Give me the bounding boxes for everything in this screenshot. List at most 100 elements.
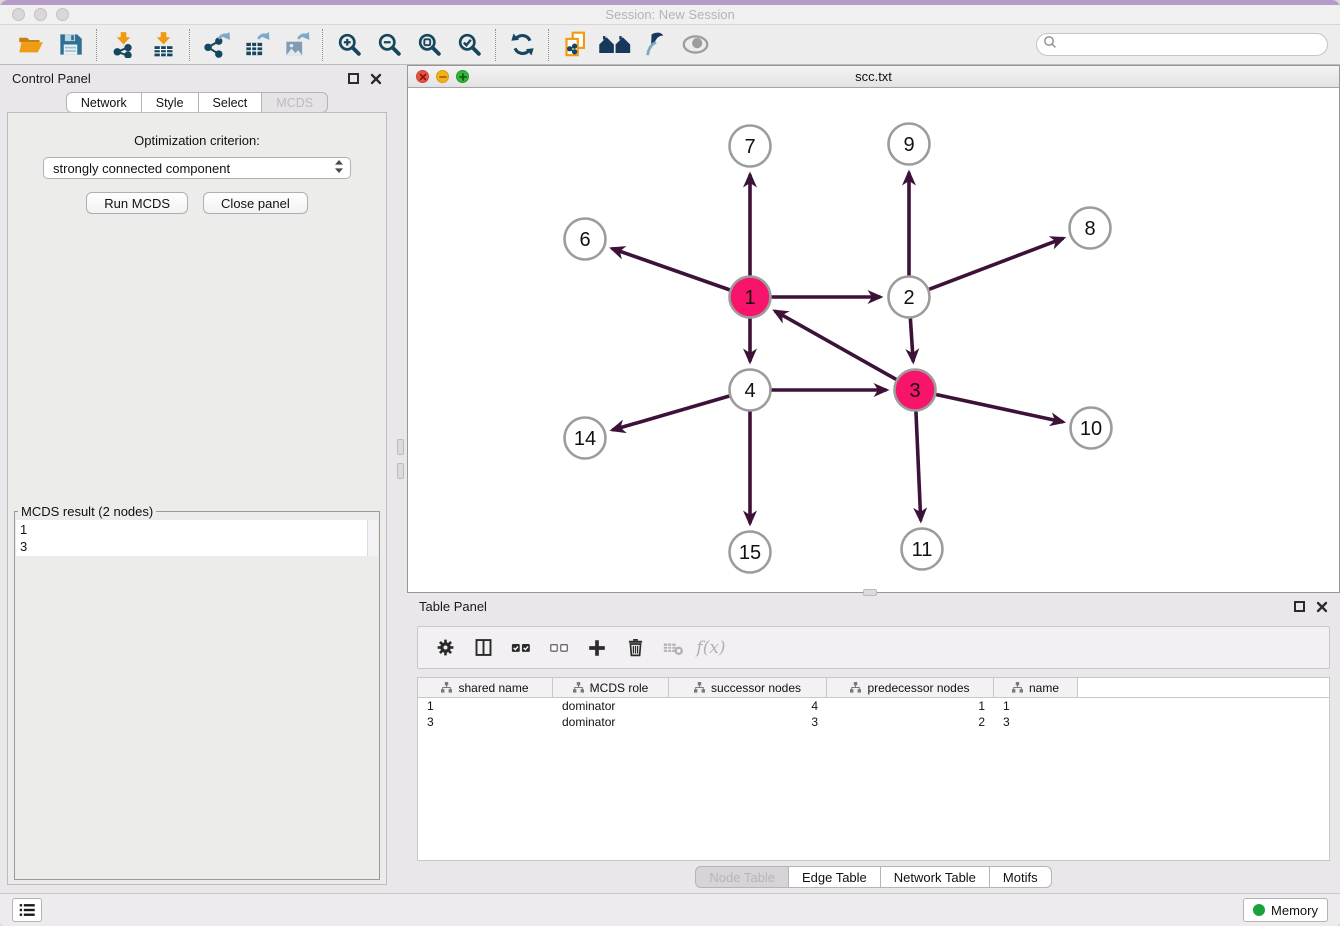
- memory-button[interactable]: Memory: [1243, 898, 1328, 922]
- column-header-name[interactable]: name: [994, 678, 1078, 697]
- clone-network-icon[interactable]: [555, 28, 595, 62]
- tab-network-table[interactable]: Network Table: [880, 866, 990, 888]
- graph-edge-2-3[interactable]: [910, 318, 913, 361]
- import-table-icon[interactable]: [143, 28, 183, 62]
- graph-node-8[interactable]: 8: [1070, 208, 1111, 249]
- network-window-title: scc.txt: [408, 69, 1339, 84]
- search-icon: [1043, 35, 1057, 54]
- open-file-icon[interactable]: [10, 28, 50, 62]
- graph-node-9[interactable]: 9: [889, 124, 930, 165]
- zoom-in-icon[interactable]: [329, 28, 369, 62]
- window-close-icon[interactable]: [12, 8, 25, 21]
- column-visibility-icon[interactable]: [464, 630, 502, 666]
- export-network-icon[interactable]: [196, 28, 236, 62]
- graph-node-6[interactable]: 6: [565, 219, 606, 260]
- control-panel-title: Control Panel: [12, 71, 348, 86]
- run-mcds-button[interactable]: Run MCDS: [86, 192, 188, 214]
- network-close-icon[interactable]: [416, 70, 429, 83]
- graph-node-10[interactable]: 10: [1071, 408, 1112, 449]
- table-cell: 3: [994, 715, 1078, 729]
- table-panel-title: Table Panel: [419, 599, 1294, 614]
- table-panel-tabs: Node TableEdge TableNetwork TableMotifs: [407, 861, 1340, 893]
- window-minimize-icon[interactable]: [34, 8, 47, 21]
- export-table-icon[interactable]: [236, 28, 276, 62]
- toolbar-separator: [548, 29, 549, 61]
- import-network-icon[interactable]: [103, 28, 143, 62]
- graph-node-1[interactable]: 1: [730, 277, 771, 318]
- graph-edge-3-11[interactable]: [916, 411, 921, 520]
- refresh-icon[interactable]: [502, 28, 542, 62]
- table-cell: 1: [994, 699, 1078, 713]
- window-title: Session: New Session: [0, 7, 1340, 22]
- task-history-button[interactable]: [12, 898, 42, 922]
- column-header-successor-nodes[interactable]: successor nodes: [669, 678, 827, 697]
- svg-text:3: 3: [909, 380, 920, 402]
- close-panel-button[interactable]: Close panel: [203, 192, 308, 214]
- network-maximize-icon[interactable]: [456, 70, 469, 83]
- search-input[interactable]: [1057, 35, 1321, 54]
- column-header-shared-name[interactable]: shared name: [418, 678, 553, 697]
- table-cell: 2: [827, 715, 994, 729]
- splitter-grip[interactable]: [397, 463, 404, 479]
- function-builder-icon: f(x): [692, 630, 730, 666]
- tab-network[interactable]: Network: [66, 92, 142, 113]
- search-box[interactable]: [1036, 33, 1328, 56]
- network-canvas[interactable]: 7 9 6 8 1 2 4 3 14 10 15 11: [408, 88, 1339, 592]
- delete-column-icon[interactable]: [616, 630, 654, 666]
- float-panel-icon[interactable]: [348, 73, 359, 84]
- table-body: 1dominator4113dominator323: [418, 698, 1329, 860]
- mcds-panel: Optimization criterion: strongly connect…: [7, 112, 387, 885]
- graph-node-14[interactable]: 14: [565, 418, 606, 459]
- add-column-icon[interactable]: [578, 630, 616, 666]
- tab-motifs[interactable]: Motifs: [989, 866, 1052, 888]
- graph-edge-1-6[interactable]: [612, 248, 730, 289]
- network-graph: 7 9 6 8 1 2 4 3 14 10 15 11: [408, 88, 1339, 592]
- column-header-mcds-role[interactable]: MCDS role: [553, 678, 669, 697]
- window-zoom-icon[interactable]: [56, 8, 69, 21]
- network-window-titlebar: scc.txt: [408, 66, 1339, 88]
- table-row[interactable]: 1dominator411: [418, 698, 1329, 714]
- column-header-predecessor-nodes[interactable]: predecessor nodes: [827, 678, 994, 697]
- graph-edge-2-8[interactable]: [929, 238, 1063, 289]
- graph-node-2[interactable]: 2: [889, 277, 930, 318]
- close-table-panel-icon[interactable]: [1316, 601, 1328, 613]
- left-splitter-grip[interactable]: [397, 439, 404, 455]
- mcds-result-text[interactable]: 13: [16, 520, 367, 556]
- result-scrollbar[interactable]: [367, 520, 378, 556]
- graph-node-4[interactable]: 4: [730, 370, 771, 411]
- graph-edge-4-14[interactable]: [612, 396, 729, 430]
- toolbar-separator: [322, 29, 323, 61]
- graph-node-3[interactable]: 3: [895, 370, 936, 411]
- float-table-panel-icon[interactable]: [1294, 601, 1305, 612]
- zoom-out-icon[interactable]: [369, 28, 409, 62]
- zoom-selected-icon[interactable]: [449, 28, 489, 62]
- network-minimize-icon[interactable]: [436, 70, 449, 83]
- tab-select[interactable]: Select: [198, 92, 263, 113]
- tab-style[interactable]: Style: [141, 92, 199, 113]
- show-hide-icon: [675, 28, 715, 62]
- close-panel-icon[interactable]: [370, 73, 382, 85]
- tab-edge-table[interactable]: Edge Table: [788, 866, 881, 888]
- select-all-icon[interactable]: [502, 630, 540, 666]
- save-session-icon[interactable]: [50, 28, 90, 62]
- graph-edge-3-10[interactable]: [936, 395, 1063, 422]
- svg-text:4: 4: [744, 380, 755, 402]
- graph-node-7[interactable]: 7: [730, 126, 771, 167]
- optimization-criterion-select[interactable]: strongly connected component: [43, 157, 351, 179]
- graph-node-11[interactable]: 11: [902, 529, 943, 570]
- bottom-splitter-grip[interactable]: [863, 589, 877, 596]
- first-neighbors-icon[interactable]: [595, 28, 635, 62]
- graph-node-15[interactable]: 15: [730, 532, 771, 573]
- export-image-icon[interactable]: [276, 28, 316, 62]
- tab-node-table[interactable]: Node Table: [695, 866, 789, 888]
- panel-splitter[interactable]: [394, 65, 407, 893]
- control-panel-tabs: NetworkStyleSelectMCDS: [0, 92, 394, 113]
- table-row[interactable]: 3dominator323: [418, 714, 1329, 730]
- table-settings-icon[interactable]: [426, 630, 464, 666]
- tab-mcds[interactable]: MCDS: [261, 92, 328, 113]
- zoom-fit-icon[interactable]: [409, 28, 449, 62]
- graph-edge-3-1[interactable]: [775, 311, 896, 379]
- deselect-all-icon[interactable]: [540, 630, 578, 666]
- memory-status-icon: [1253, 904, 1265, 916]
- apply-style-icon[interactable]: [635, 28, 675, 62]
